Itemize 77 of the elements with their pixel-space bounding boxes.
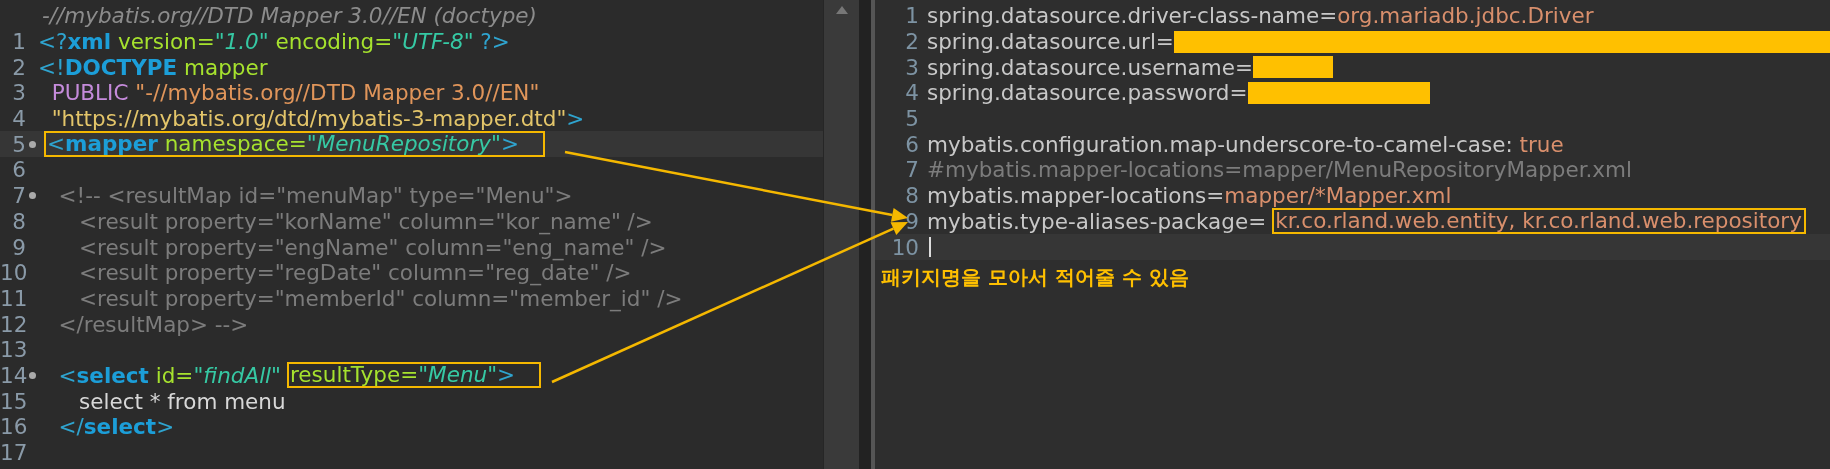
line-number: 1 [11,29,26,55]
code-token: < [57,362,77,388]
code-token: <result property="engName" column="eng_name" /> [78,234,667,260]
code-token: select [83,414,157,440]
code-token: #mybatis.mapper-locations=mapper/MenuRepositoryMapper.xml [927,157,1632,183]
code-token: DOCTYPE [64,54,178,80]
code-token: <!-- <resultMap id="menuMap" type="Menu"> [57,183,573,209]
code-token: mybatis.mapper-locations= [927,183,1225,209]
code-token: version= [116,29,215,55]
code-token: </resultMap> --> [57,311,249,337]
code-token: true [1519,131,1564,157]
line-number: 6 [11,157,26,183]
line-number: 10 [0,260,26,286]
highlight-box: resultType="Menu"> [287,362,542,389]
line-number: 11 [0,285,26,311]
code-token: mapper/*Mapper.xml [1224,183,1452,209]
line-number: 4 [904,80,919,106]
code-token: encoding= [274,29,393,55]
code-token: "-//mybatis.org//DTD Mapper 3.0//EN" [135,80,540,106]
line-number: 3 [11,80,26,106]
code-token: > [156,414,175,440]
code-token: select * from menu [78,388,286,414]
code-token: > [566,106,585,132]
code-token: org.mariadb.jdbc.Driver [1337,3,1594,29]
code-token: spring.datasource.password= [927,80,1248,106]
line-number: 17 [0,440,26,466]
fold-icon[interactable] [28,192,36,200]
line-number: 8 [904,183,919,209]
line-number: 3 [904,54,919,80]
line-number: 13 [0,337,26,363]
line-number: 9 [11,234,26,260]
line-number: 9 [904,208,919,234]
fold-icon[interactable] [28,371,36,379]
line-number: 7 [11,183,26,209]
line-number: 5 [904,106,919,132]
code-token: <! [38,54,65,80]
highlight-box: <mapper namespace="MenuRepository"> [44,131,545,158]
line-number: 16 [0,414,26,440]
code-token: </ [57,414,84,440]
line-number: 4 [11,106,26,132]
line-number: 5 [11,131,26,157]
line-number: 10 [890,234,919,260]
code-token: spring.datasource.username= [927,54,1253,80]
code-token: <result property="memberId" column="member_id" /> [78,285,683,311]
line-number: 2 [11,54,26,80]
code-token: mapper [183,54,268,80]
code-token: <? [38,29,68,55]
text-cursor [929,237,931,258]
fold-icon[interactable] [28,140,36,148]
line-number: 7 [904,157,919,183]
code-token: "https://mybatis.org/dtd/mybatis-3-mapper.dtd" [50,106,567,132]
line-number: 8 [11,208,26,234]
line-number: 14 [0,362,26,388]
code-token: PUBLIC [50,80,130,106]
code-token: spring.datasource.driver-class-name= [927,3,1338,29]
code-token: ?> [479,29,510,55]
up-arrow-icon[interactable] [835,6,848,14]
line-number: 6 [904,131,919,157]
code-token: mybatis.type-aliases-package= [927,208,1267,234]
doctype-hint: -//mybatis.org//DTD Mapper 3.0//EN (doctype) [41,3,538,29]
code-token: "UTF-8" [392,29,474,55]
line-number: 12 [0,311,26,337]
code-token: "1.0" [214,29,269,55]
annotation-note: 패키지명을 모아서 적어줄 수 있음 [880,263,1190,291]
highlight-box: kr.co.rland.web.entity, kr.co.rland.web.repository [1272,208,1806,235]
code-token: id= [154,362,194,388]
line-number: 1 [904,3,919,29]
code-token: <result property="regDate" column="reg_date" /> [78,260,632,286]
code-token: "findAll" [193,362,281,388]
line-number: 15 [0,388,26,414]
scrollbar[interactable] [823,0,859,469]
code-token: <result property="korName" column="kor_name" /> [78,208,653,234]
code-token: spring.datasource.url= [927,29,1174,55]
code-token: xml [67,29,112,55]
line-number: 2 [904,29,919,55]
code-token: select [76,362,149,388]
code-token: mybatis.configuration.map-underscore-to-camel-case: [927,131,1514,157]
